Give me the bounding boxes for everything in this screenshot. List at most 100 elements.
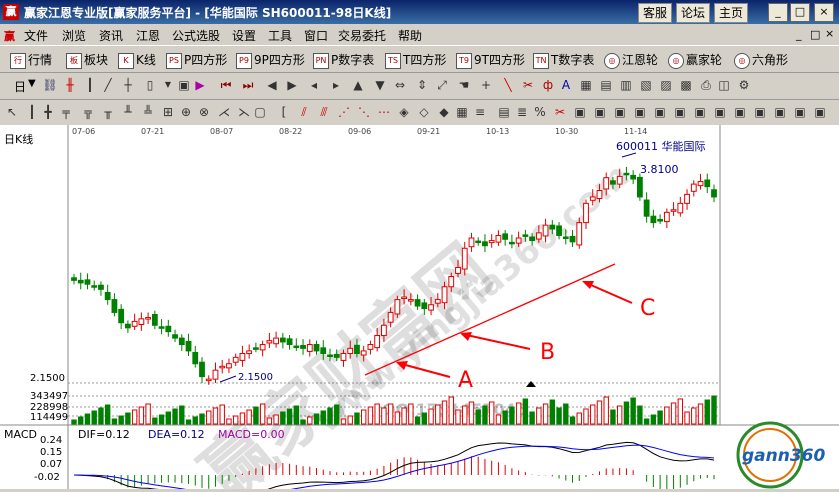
hand-icon[interactable]: ☚ (456, 77, 472, 93)
bar-chart-icon[interactable]: ┃ (82, 77, 98, 93)
diamond-3-icon[interactable]: ◆ (436, 104, 452, 120)
expand-icon[interactable]: ⇕ (414, 77, 430, 93)
block-7-icon[interactable]: ▣ (692, 104, 708, 120)
zoom-out-icon[interactable]: ▼ (372, 77, 388, 93)
toolbar-p-number-table[interactable]: PN P数字表 (313, 51, 374, 69)
letter-icon[interactable]: A (558, 77, 574, 93)
step-left-icon[interactable]: ◂ (306, 77, 322, 93)
chevron-down-icon[interactable]: ▼ (28, 78, 36, 89)
menu-help[interactable]: 帮助 (398, 27, 422, 44)
bracket-icon[interactable]: [ (276, 104, 292, 120)
toolbar-kline[interactable]: K K线 (118, 51, 156, 69)
print-icon[interactable]: ⎙ (698, 77, 714, 93)
indicator-icon[interactable]: ф (540, 77, 556, 93)
block-9-icon[interactable]: ▣ (732, 104, 748, 120)
forum-button[interactable]: 论坛 (676, 3, 710, 23)
block-10-icon[interactable]: ▣ (752, 104, 768, 120)
block-13-icon[interactable]: ▣ (812, 104, 828, 120)
menu-formula[interactable]: 公式选股 (172, 27, 220, 44)
mdi-restore-icon[interactable]: □ (810, 28, 820, 41)
alarm-icon[interactable]: ▩ (678, 77, 694, 93)
block-6-icon[interactable]: ▣ (672, 104, 688, 120)
toolbar-gann-wheel[interactable]: ◎ 江恩轮 (604, 51, 658, 69)
fib-icon[interactable]: ≡ (472, 104, 488, 120)
toolbar-quotes[interactable]: 行行情 (10, 51, 52, 69)
gann-box-icon[interactable]: ⊞ (160, 104, 176, 120)
line-chart-icon[interactable]: ╱ (100, 77, 116, 93)
close-icon[interactable]: × (814, 3, 834, 22)
fan-red-1-icon[interactable]: ⫽ (296, 104, 312, 120)
period-select[interactable]: 日 (14, 78, 26, 95)
stats-icon[interactable]: ▨ (658, 77, 674, 93)
grid-icon[interactable]: ▥ (618, 77, 634, 93)
scroll-left-icon[interactable]: ◀ (264, 77, 280, 93)
fit-icon[interactable]: ⤢ (434, 77, 450, 93)
info-icon[interactable]: ▣ (176, 77, 192, 93)
restore-icon[interactable]: □ (790, 3, 810, 22)
fork-2-icon[interactable]: ╦ (80, 104, 96, 120)
bar-type-icon[interactable]: ┼ (120, 77, 136, 93)
fork-1-icon[interactable]: ╤ (58, 104, 74, 120)
minimize-icon[interactable]: _ (768, 3, 788, 22)
block-5-icon[interactable]: ▣ (652, 104, 668, 120)
grid-cell-icon[interactable]: ▦ (454, 104, 470, 120)
menu-info[interactable]: 资讯 (99, 27, 123, 44)
fork-5-icon[interactable]: ╩ (140, 104, 156, 120)
block-3-icon[interactable]: ▣ (612, 104, 628, 120)
fan-red-3-icon[interactable]: ⋰ (336, 104, 352, 120)
percent-icon[interactable]: % (532, 104, 548, 120)
block-8-icon[interactable]: ▣ (712, 104, 728, 120)
kline-chart-svg[interactable]: 日K线 07-06 07-21 08-07 08-22 09-06 09-21 10-13 1… (0, 125, 839, 492)
block-4-icon[interactable]: ▣ (632, 104, 648, 120)
block-12-icon[interactable]: ▣ (792, 104, 808, 120)
toolbar-9t-square[interactable]: T9 9T四方形 (456, 51, 525, 69)
fan-red-4-icon[interactable]: ⋱ (356, 104, 372, 120)
square-icon[interactable]: ▢ (252, 104, 268, 120)
vline-icon[interactable]: ┃ (24, 104, 40, 120)
zoom-in-icon[interactable]: ▲ (350, 77, 366, 93)
toolbar-winner-wheel[interactable]: ◎ 赢家轮 (668, 51, 722, 69)
compress-icon[interactable]: ⇔ (392, 77, 408, 93)
fork-3-icon[interactable]: ╥ (100, 104, 116, 120)
menu-tools[interactable]: 工具 (268, 27, 292, 44)
fan-red-5-icon[interactable]: ⋯ (376, 104, 392, 120)
last-icon[interactable]: ⏭ (240, 77, 256, 93)
tools-icon[interactable]: ✂ (520, 77, 536, 93)
link-icon[interactable]: ⛓ (42, 77, 58, 93)
mdi-close-icon[interactable]: × (825, 27, 834, 40)
candle-chart-icon[interactable]: ╫ (62, 77, 78, 93)
menu-window[interactable]: 窗口 (304, 27, 328, 44)
toolbar-hexagon[interactable]: ◎ 六角形 (734, 51, 788, 69)
stack-icon[interactable]: ≣ (514, 104, 530, 120)
scissors-icon[interactable]: ✂ (552, 104, 568, 120)
toolbar-t-square[interactable]: TS T四方形 (385, 51, 446, 69)
mdi-minimize-icon[interactable]: _ (796, 28, 802, 41)
first-icon[interactable]: ⏮ (218, 77, 234, 93)
toolbar-9p-square[interactable]: P9 9P四方形 (236, 51, 305, 69)
toolbar-p-square[interactable]: PS P四方形 (166, 51, 227, 69)
candle-type-icon[interactable]: ▯ (142, 77, 158, 93)
circle-icon[interactable]: ⊕ (178, 104, 194, 120)
toolbar-t-number-table[interactable]: TN T数字表 (533, 51, 594, 69)
menu-file[interactable]: 文件 (24, 27, 48, 44)
pointer-icon[interactable]: ↖ (4, 104, 20, 120)
scroll-right-icon[interactable]: ▶ (284, 77, 300, 93)
menu-settings[interactable]: 设置 (232, 27, 256, 44)
customer-service-button[interactable]: 客服 (638, 3, 672, 23)
table-icon[interactable]: ▤ (598, 77, 614, 93)
home-button[interactable]: 主页 (714, 3, 748, 23)
block-1-icon[interactable]: ▣ (572, 104, 588, 120)
flag-icon[interactable]: ▶ (192, 77, 208, 93)
menu-browse[interactable]: 浏览 (62, 27, 86, 44)
export-icon[interactable]: ◫ (716, 77, 732, 93)
block-2-icon[interactable]: ▣ (592, 104, 608, 120)
hline-icon[interactable]: ╋ (40, 104, 56, 120)
diamond-1-icon[interactable]: ◈ (396, 104, 412, 120)
menu-gann[interactable]: 江恩 (136, 27, 160, 44)
toolbar-sectors[interactable]: 板板块 (66, 51, 108, 69)
diamond-2-icon[interactable]: ◇ (416, 104, 432, 120)
step-right-icon[interactable]: ▸ (328, 77, 344, 93)
fan-1-icon[interactable]: ⋌ (216, 104, 232, 120)
draw-line-icon[interactable]: ╲ (500, 77, 516, 93)
block-11-icon[interactable]: ▣ (772, 104, 788, 120)
